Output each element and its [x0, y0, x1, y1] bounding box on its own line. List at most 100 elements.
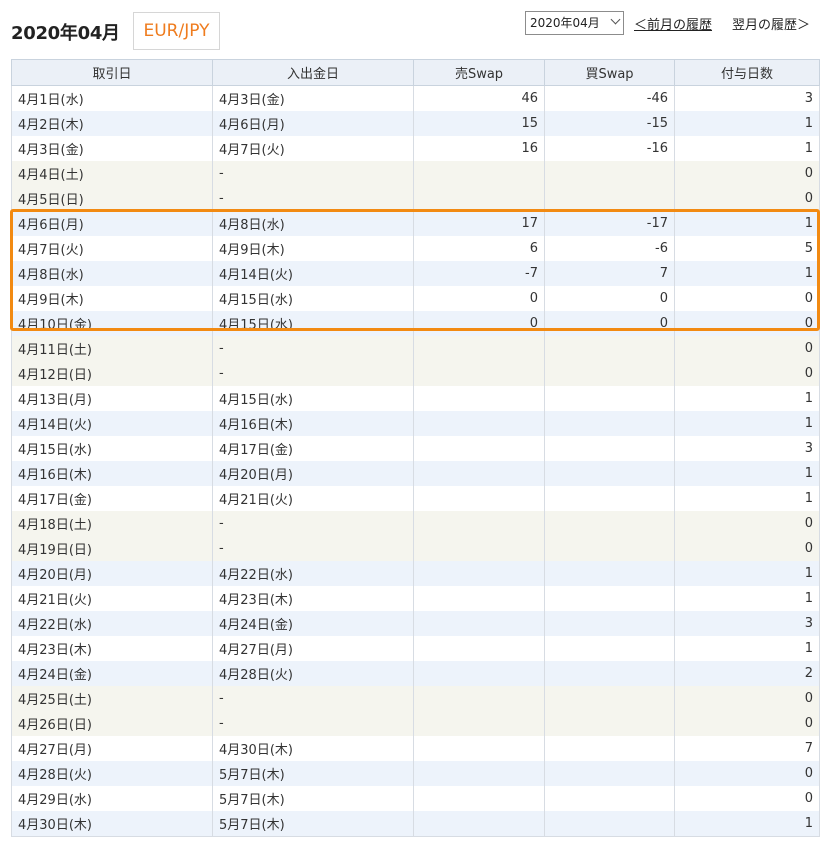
days-cell: 3 — [674, 436, 820, 461]
buy-swap-cell — [544, 661, 675, 686]
sell-swap-cell — [413, 636, 545, 661]
sell-swap-cell — [413, 436, 545, 461]
table-row: 4月5日(日) - 0 — [11, 186, 820, 211]
days-cell: 1 — [674, 111, 820, 136]
trade-date-cell: 4月22日(水) — [11, 611, 213, 636]
sell-swap-cell — [413, 811, 545, 837]
trade-date-cell: 4月21日(火) — [11, 586, 213, 611]
table-row: 4月10日(金) 4月15日(水) 0 0 0 — [11, 311, 820, 336]
table-row: 4月2日(木) 4月6日(月) 15 -15 1 — [11, 111, 820, 136]
days-cell: 0 — [674, 761, 820, 786]
prev-month-link[interactable]: ＜前月の履歴 — [634, 14, 712, 33]
sell-swap-cell: 0 — [413, 286, 545, 311]
table-row: 4月27日(月) 4月30日(木) 7 — [11, 736, 820, 761]
sell-swap-cell — [413, 486, 545, 511]
settle-date-cell: 4月15日(水) — [212, 286, 414, 311]
table-row: 4月13日(月) 4月15日(水) 1 — [11, 386, 820, 411]
sell-swap-cell — [413, 186, 545, 211]
table-row: 4月24日(金) 4月28日(火) 2 — [11, 661, 820, 686]
days-cell: 1 — [674, 586, 820, 611]
table-row: 4月23日(木) 4月27日(月) 1 — [11, 636, 820, 661]
trade-date-cell: 4月8日(水) — [11, 261, 213, 286]
col-buy-swap: 買Swap — [544, 59, 675, 86]
trade-date-cell: 4月6日(月) — [11, 211, 213, 236]
trade-date-cell: 4月12日(日) — [11, 361, 213, 386]
table-row: 4月1日(水) 4月3日(金) 46 -46 3 — [11, 85, 820, 111]
table-row: 4月26日(日) - 0 — [11, 711, 820, 736]
settle-date-cell: 4月27日(月) — [212, 636, 414, 661]
trade-date-cell: 4月13日(月) — [11, 386, 213, 411]
col-days: 付与日数 — [674, 59, 820, 86]
settle-date-cell: 4月8日(水) — [212, 211, 414, 236]
settle-date-cell: 4月20日(月) — [212, 461, 414, 486]
buy-swap-cell — [544, 786, 675, 811]
days-cell: 1 — [674, 411, 820, 436]
trade-date-cell: 4月3日(金) — [11, 136, 213, 161]
settle-date-cell: 4月9日(木) — [212, 236, 414, 261]
settle-date-cell: - — [212, 361, 414, 386]
col-sell-swap: 売Swap — [413, 59, 545, 86]
table-row: 4月14日(火) 4月16日(木) 1 — [11, 411, 820, 436]
sell-swap-cell — [413, 611, 545, 636]
settle-date-cell: 4月3日(金) — [212, 85, 414, 111]
settle-date-cell: 4月15日(水) — [212, 311, 414, 336]
table-row: 4月9日(木) 4月15日(水) 0 0 0 — [11, 286, 820, 311]
sell-swap-cell — [413, 786, 545, 811]
col-trade-date: 取引日 — [11, 59, 213, 86]
sell-swap-cell: 6 — [413, 236, 545, 261]
buy-swap-cell — [544, 736, 675, 761]
sell-swap-cell — [413, 411, 545, 436]
buy-swap-cell: -15 — [544, 111, 675, 136]
settle-date-cell: 4月24日(金) — [212, 611, 414, 636]
days-cell: 0 — [674, 336, 820, 361]
settle-date-cell: 4月16日(木) — [212, 411, 414, 436]
table-row: 4月18日(土) - 0 — [11, 511, 820, 536]
sell-swap-cell — [413, 661, 545, 686]
trade-date-cell: 4月1日(水) — [11, 85, 213, 111]
buy-swap-cell — [544, 461, 675, 486]
buy-swap-cell — [544, 561, 675, 586]
buy-swap-cell — [544, 536, 675, 561]
sell-swap-cell: 16 — [413, 136, 545, 161]
trade-date-cell: 4月18日(土) — [11, 511, 213, 536]
days-cell: 0 — [674, 536, 820, 561]
currency-pair-badge: EUR/JPY — [133, 12, 220, 50]
buy-swap-cell — [544, 761, 675, 786]
trade-date-cell: 4月14日(火) — [11, 411, 213, 436]
settle-date-cell: 4月17日(金) — [212, 436, 414, 461]
buy-swap-cell — [544, 811, 675, 837]
table-row: 4月12日(日) - 0 — [11, 361, 820, 386]
settle-date-cell: 4月7日(火) — [212, 136, 414, 161]
days-cell: 0 — [674, 511, 820, 536]
settle-date-cell: 4月28日(火) — [212, 661, 414, 686]
table-row: 4月16日(木) 4月20日(月) 1 — [11, 461, 820, 486]
table-row: 4月25日(土) - 0 — [11, 686, 820, 711]
table-row: 4月15日(水) 4月17日(金) 3 — [11, 436, 820, 461]
days-cell: 7 — [674, 736, 820, 761]
days-cell: 1 — [674, 561, 820, 586]
next-month-link[interactable]: 翌月の履歴＞ — [732, 14, 810, 33]
table-row: 4月20日(月) 4月22日(水) 1 — [11, 561, 820, 586]
buy-swap-cell: 0 — [544, 311, 675, 336]
month-select-value: 2020年04月 — [530, 16, 600, 30]
settle-date-cell: 4月14日(火) — [212, 261, 414, 286]
settle-date-cell: 5月7日(木) — [212, 811, 414, 837]
trade-date-cell: 4月23日(木) — [11, 636, 213, 661]
settle-date-cell: 4月21日(火) — [212, 486, 414, 511]
table-row: 4月11日(土) - 0 — [11, 336, 820, 361]
month-select[interactable]: 2020年04月 — [525, 11, 624, 35]
buy-swap-cell — [544, 361, 675, 386]
trade-date-cell: 4月10日(金) — [11, 311, 213, 336]
buy-swap-cell — [544, 411, 675, 436]
table-row: 4月29日(水) 5月7日(木) 0 — [11, 786, 820, 811]
sell-swap-cell — [413, 386, 545, 411]
days-cell: 0 — [674, 186, 820, 211]
sell-swap-cell — [413, 161, 545, 186]
days-cell: 0 — [674, 286, 820, 311]
table-row: 4月8日(水) 4月14日(火) -7 7 1 — [11, 261, 820, 286]
sell-swap-cell — [413, 736, 545, 761]
table-row: 4月28日(火) 5月7日(木) 0 — [11, 761, 820, 786]
table-row: 4月3日(金) 4月7日(火) 16 -16 1 — [11, 136, 820, 161]
buy-swap-cell — [544, 436, 675, 461]
sell-swap-cell — [413, 536, 545, 561]
